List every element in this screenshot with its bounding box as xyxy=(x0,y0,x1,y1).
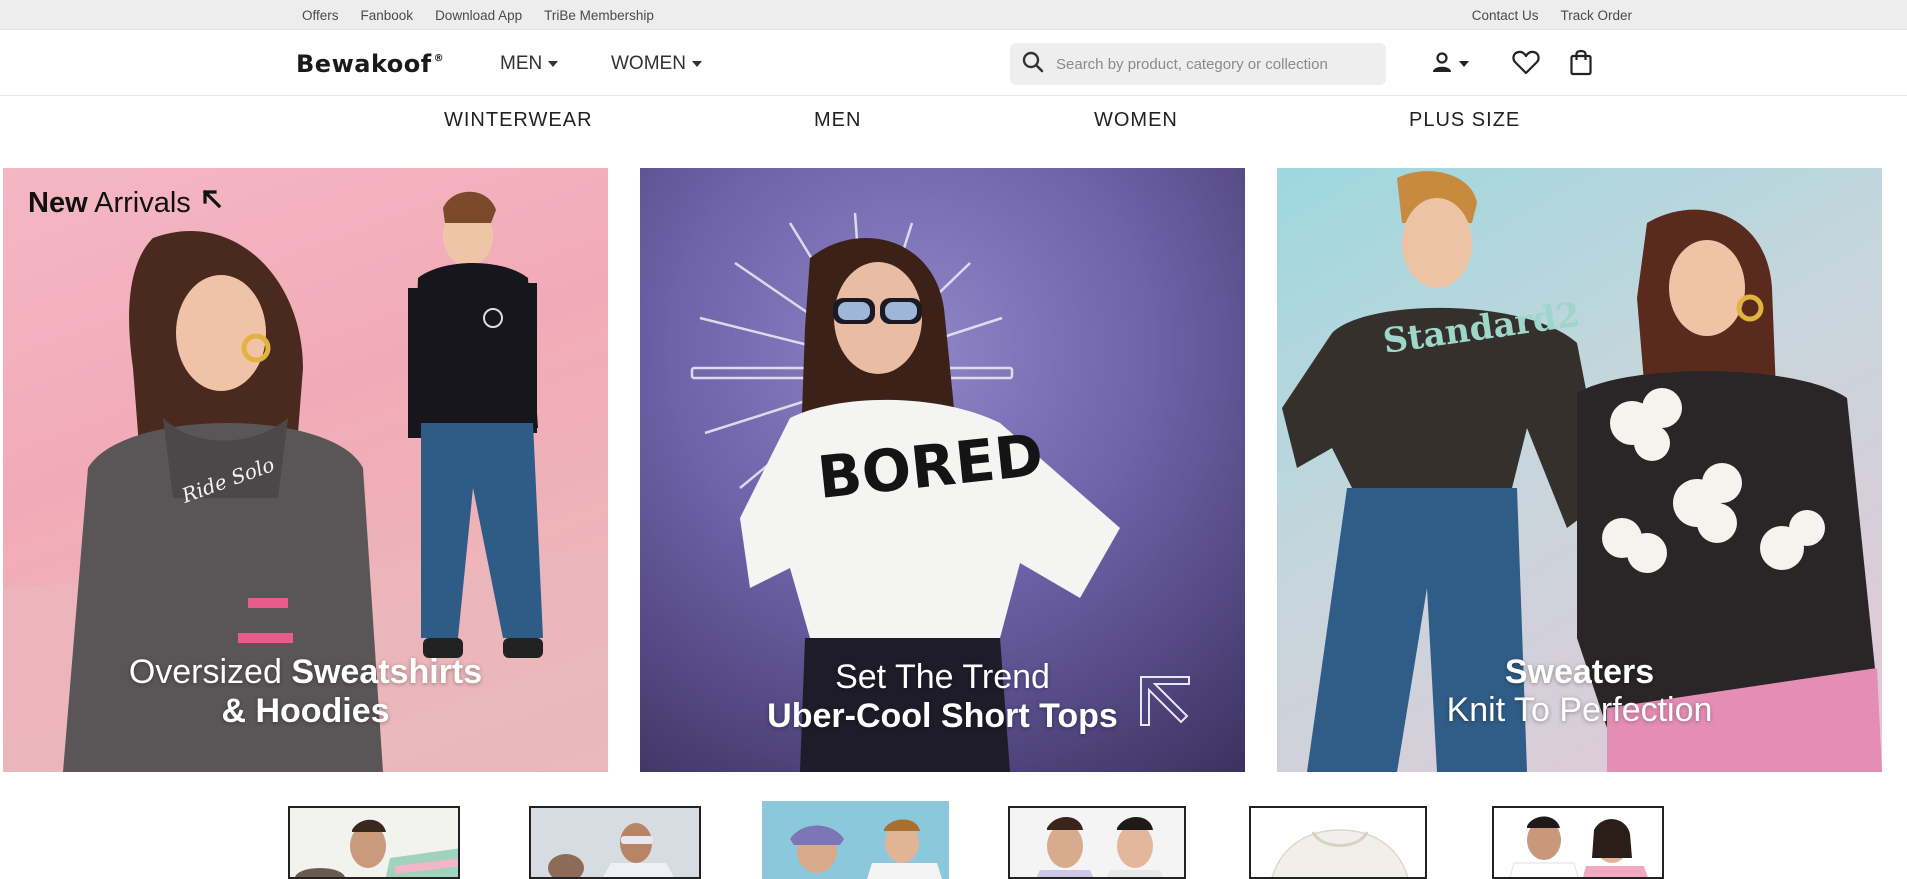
category-thumbnail[interactable] xyxy=(288,806,460,879)
fanbook-link[interactable]: Fanbook xyxy=(361,8,414,23)
download-app-link[interactable]: Download App xyxy=(435,8,522,23)
user-icon xyxy=(1430,50,1454,79)
thumbnail-image xyxy=(1494,808,1662,877)
thumbnail-image xyxy=(1010,808,1184,877)
account-menu[interactable] xyxy=(1424,49,1474,79)
category-thumbnail[interactable] xyxy=(1492,806,1664,879)
thumbnail-image xyxy=(531,808,699,877)
search-input[interactable] xyxy=(1056,55,1376,73)
banner-1-line2: & Hoodies xyxy=(221,692,390,730)
utility-links-left: Offers Fanbook Download App TriBe Member… xyxy=(302,0,654,30)
nav-women-label: WOMEN xyxy=(611,53,686,74)
brand-logo[interactable]: Bewakoof ® xyxy=(296,50,445,78)
category-bar: WINTERWEAR MEN WOMEN PLUS SIZE xyxy=(0,97,1907,145)
category-men[interactable]: MEN xyxy=(814,109,861,132)
main-header: Bewakoof ® MEN WOMEN xyxy=(0,31,1907,96)
search-box[interactable] xyxy=(1010,43,1386,85)
track-order-link[interactable]: Track Order xyxy=(1560,8,1632,23)
banner-3-line2: Knit To Perfection xyxy=(1446,691,1713,729)
utility-bar: Offers Fanbook Download App TriBe Member… xyxy=(0,0,1907,30)
tribe-membership-link[interactable]: TriBe Membership xyxy=(544,8,654,23)
banner-short-tops[interactable]: BORED Set The Trend Uber-Cool Short Tops xyxy=(640,168,1245,772)
search-icon[interactable] xyxy=(1022,51,1044,78)
new-arrivals-rest: Arrivals xyxy=(94,186,191,219)
arrow-up-left-icon xyxy=(199,186,225,220)
category-women[interactable]: WOMEN xyxy=(1094,109,1178,132)
banner-3-caption: Sweaters Knit To Perfection xyxy=(1277,653,1882,729)
wishlist-button[interactable] xyxy=(1511,49,1541,79)
chevron-down-icon xyxy=(548,61,559,67)
banner-1-caption: Oversized Sweatshirts & Hoodies xyxy=(3,653,608,731)
thumbnail-image xyxy=(762,801,949,879)
banner-sweaters[interactable]: Standard2 Sweaters Knit To Perfection xyxy=(1277,168,1882,772)
logo-registered-mark: ® xyxy=(433,52,445,64)
cart-button[interactable] xyxy=(1566,49,1596,79)
contact-us-link[interactable]: Contact Us xyxy=(1472,8,1539,23)
category-thumbnail[interactable] xyxy=(1249,806,1427,879)
nav-women-dropdown[interactable]: WOMEN xyxy=(611,51,702,77)
nav-men-dropdown[interactable]: MEN xyxy=(500,51,559,77)
category-winterwear[interactable]: WINTERWEAR xyxy=(444,109,593,132)
banner-3-line1: Sweaters xyxy=(1504,653,1655,691)
offers-link[interactable]: Offers xyxy=(302,8,339,23)
new-arrivals-badge: New Arrivals xyxy=(28,186,225,220)
banner-new-arrivals-sweatshirts[interactable]: Ride Solo New Arrivals Oversized Sweatsh… xyxy=(3,168,608,772)
arrow-up-left-icon xyxy=(1137,673,1193,734)
cart-bag-icon xyxy=(1569,48,1593,81)
utility-links-right: Contact Us Track Order xyxy=(1472,0,1632,30)
nav-men-label: MEN xyxy=(500,53,543,74)
wishlist-heart-icon xyxy=(1512,49,1540,80)
banner-1-line1-light: Oversized xyxy=(128,653,292,691)
thumbnail-image xyxy=(290,808,458,877)
banner-1-line1-bold: Sweatshirts xyxy=(291,653,483,691)
logo-text: Bewakoof xyxy=(296,50,432,78)
chevron-down-icon xyxy=(1458,61,1469,67)
new-arrivals-bold: New xyxy=(28,186,88,219)
chevron-down-icon xyxy=(691,61,702,67)
category-thumbnail[interactable] xyxy=(762,801,949,879)
category-thumbnail[interactable] xyxy=(1008,806,1186,879)
category-plus-size[interactable]: PLUS SIZE xyxy=(1409,109,1520,132)
category-thumbnail[interactable] xyxy=(529,806,701,879)
thumbnail-image xyxy=(1251,808,1425,877)
